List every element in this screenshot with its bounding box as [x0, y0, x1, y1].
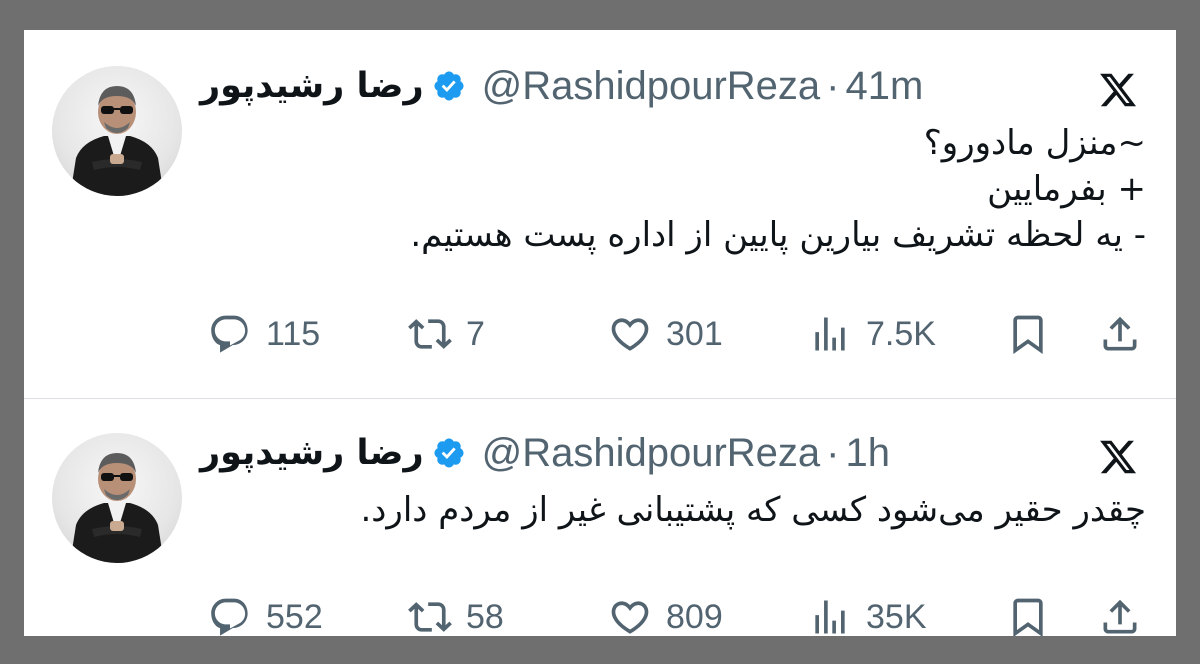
reply-count: 552	[266, 597, 323, 636]
header-separator: ·	[826, 63, 840, 108]
tweet-actions: 115 7 301 7.5K	[24, 306, 1176, 362]
tweet-text-line: ~منزل مادورو؟	[923, 123, 1146, 163]
bookmark-icon	[1013, 315, 1043, 355]
verified-badge-icon	[432, 436, 466, 470]
user-handle[interactable]: @RashidpourReza	[482, 64, 821, 109]
like-button[interactable]: 809	[608, 589, 723, 636]
reply-icon	[211, 315, 248, 353]
retweet-count: 7	[466, 314, 485, 353]
tweet-text-line: + بفرمایین	[987, 169, 1146, 209]
views-button[interactable]: 35K	[808, 589, 927, 636]
views-button[interactable]: 7.5K	[808, 306, 936, 362]
avatar[interactable]	[52, 66, 182, 196]
retweet-icon	[408, 319, 452, 349]
display-name[interactable]: رضا رشیدپور	[200, 433, 424, 473]
reply-button[interactable]: 552	[208, 589, 323, 636]
tweet-header: رضا رشیدپور @RashidpourReza · 41m	[200, 58, 923, 114]
reply-count: 115	[266, 314, 321, 353]
tweet[interactable]: رضا رشیدپور @RashidpourReza · 41m ~منزل …	[24, 30, 1176, 398]
views-icon	[815, 600, 845, 634]
timestamp[interactable]: 1h	[846, 431, 891, 476]
share-button[interactable]	[1098, 306, 1142, 362]
x-logo-icon[interactable]	[1096, 437, 1140, 477]
views-count: 35K	[866, 597, 927, 636]
tweet-actions: 552 58 809 35K	[24, 589, 1176, 636]
heart-icon	[611, 601, 649, 634]
verified-badge-icon	[432, 69, 466, 103]
share-icon	[1103, 316, 1137, 351]
tweet-text: چقدر حقیر می‌شود کسی که پشتیبانی غیر از …	[360, 487, 1146, 533]
tweet[interactable]: رضا رشیدپور @RashidpourReza · 1h چقدر حق…	[24, 399, 1176, 636]
share-icon	[1103, 599, 1137, 634]
tweet-text-line: چقدر حقیر می‌شود کسی که پشتیبانی غیر از …	[360, 490, 1146, 530]
heart-icon	[611, 318, 649, 351]
bookmark-icon	[1013, 598, 1043, 636]
bookmark-button[interactable]	[1006, 306, 1050, 362]
views-count: 7.5K	[866, 314, 936, 353]
tweet-screenshot-card: رضا رشیدپور @RashidpourReza · 41m ~منزل …	[24, 30, 1176, 636]
header-separator: ·	[826, 430, 840, 475]
views-icon	[815, 317, 845, 351]
x-logo-icon[interactable]	[1096, 70, 1140, 110]
reply-icon	[211, 598, 248, 636]
avatar[interactable]	[52, 433, 182, 563]
reply-button[interactable]: 115	[208, 306, 320, 362]
display-name[interactable]: رضا رشیدپور	[200, 66, 424, 106]
user-handle[interactable]: @RashidpourReza	[482, 431, 821, 476]
timestamp[interactable]: 41m	[846, 64, 924, 109]
tweet-text-line: - یه لحظه تشریف بیارین پایین از اداره پس…	[410, 215, 1146, 255]
retweet-count: 58	[466, 597, 504, 636]
tweet-header: رضا رشیدپور @RashidpourReza · 1h	[200, 425, 890, 481]
retweet-button[interactable]: 58	[408, 589, 504, 636]
share-button[interactable]	[1098, 589, 1142, 636]
like-button[interactable]: 301	[608, 306, 723, 362]
like-count: 809	[666, 597, 723, 636]
retweet-icon	[408, 602, 452, 632]
tweet-text: ~منزل مادورو؟ + بفرمایین - یه لحظه تشریف…	[410, 120, 1146, 258]
bookmark-button[interactable]	[1006, 589, 1050, 636]
retweet-button[interactable]: 7	[408, 306, 485, 362]
like-count: 301	[666, 314, 723, 353]
